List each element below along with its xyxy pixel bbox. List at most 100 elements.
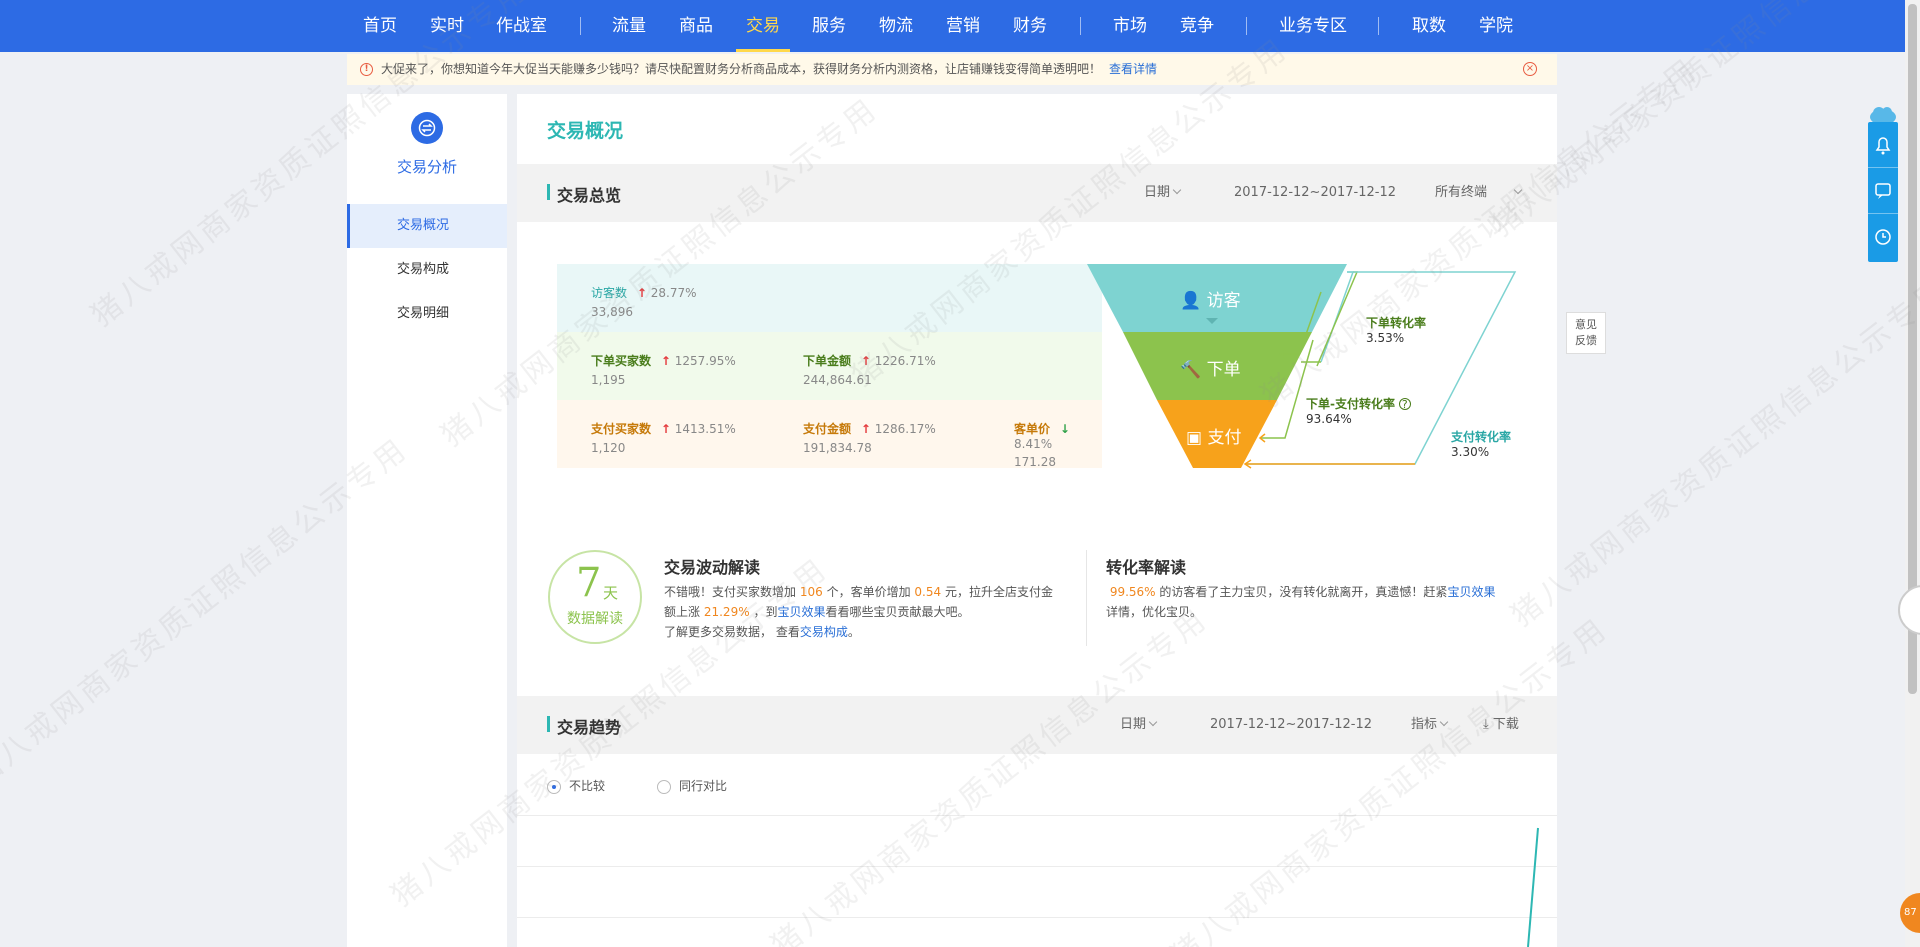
nav-item-service[interactable]: 服务 [812,0,846,52]
notice-detail-link[interactable]: 查看详情 [1109,54,1157,85]
bell-icon[interactable] [1868,122,1898,168]
nav-item-warroom[interactable]: 作战室 [496,0,547,52]
close-icon[interactable]: × [1523,62,1537,76]
overview-header: 交易总览 日期 2017-12-12~2017-12-12 所有终端 [517,164,1557,222]
nav-item-business-zone[interactable]: 业务专区 [1279,0,1347,52]
warning-icon: ! [360,63,373,76]
rate-value: 3.53% [1366,331,1405,345]
page-title: 交易概况 [547,120,624,142]
metric-label: 支付买家数 [591,422,652,436]
conversion-title: 转化率解读 [1106,558,1187,577]
page-title-box: 交易概况 [517,94,1557,164]
floating-widget[interactable] [1898,585,1920,635]
rate-label: 下单转化率 [1366,316,1427,330]
trend-header: 交易趋势 日期 2017-12-12~2017-12-12 指标 ⤓ 下载 [517,696,1557,754]
metric-value: 33,896 [591,305,633,319]
metric-label: 访客数 [591,286,628,300]
nav-item-traffic[interactable]: 流量 [612,0,646,52]
arrow-up-icon: ↑ [860,354,871,368]
nav-item-competition[interactable]: 竞争 [1180,0,1214,52]
top-nav: 首页 实时 作战室 流量 商品 交易 服务 物流 营销 财务 市场 竞争 业务专… [0,0,1905,52]
date-range-picker[interactable]: 2017-12-12~2017-12-12 [1234,164,1396,222]
trend-date-range-picker[interactable]: 2017-12-12~2017-12-12 [1210,696,1372,754]
trade-composition-link[interactable]: 交易构成 [800,625,848,639]
feedback-button[interactable]: 意见 反馈 [1566,312,1606,354]
metric-label: 客单价 [1014,422,1051,436]
sidebar-item-composition[interactable]: 交易构成 [347,248,507,292]
funnel-label-pay: ▣ 支付 [1186,428,1242,448]
metric-label: 下单金额 [803,354,852,368]
nav-item-goods[interactable]: 商品 [679,0,713,52]
download-button[interactable]: ⤓ 下载 [1483,696,1519,754]
page-scrollbar[interactable] [1905,0,1920,947]
sidebar-item-detail[interactable]: 交易明细 [347,292,507,336]
rate-value: 93.64% [1306,412,1352,426]
user-icon: 👤 [1180,291,1202,311]
metric-select-label: 指标 [1411,717,1438,732]
funnel-row-visit: 访客数 ↑ 28.77% 33,896 [557,264,1102,332]
metric-visitors: 访客数 ↑ 28.77% 33,896 [591,284,697,319]
date-type-label: 日期 [1120,717,1147,732]
chevron-down-icon [1513,185,1523,195]
metric-select[interactable]: 指标 [1411,696,1449,754]
rate-order: 下单转化率 3.53% [1366,314,1426,345]
metric-value: 1,120 [591,441,626,455]
funnel-row-pay: 支付买家数 ↑ 1413.51% 1,120 支付金额 ↑ 1286.17% 1… [557,400,1102,469]
clock-icon[interactable] [1868,214,1898,260]
overview-title: 交易总览 [557,186,622,205]
nav-item-trade[interactable]: 交易 [736,0,790,52]
metric-label: 支付金额 [803,422,852,436]
metric-label: 下单买家数 [591,354,652,368]
radio-circle [547,779,561,794]
floating-badge[interactable]: 87 [1900,893,1920,933]
rate-order-pay: 下单-支付转化率 ? 93.64% [1306,395,1411,426]
help-icon[interactable]: ? [1398,398,1411,410]
nav-item-fetch-data[interactable]: 取数 [1412,0,1446,52]
nav-item-realtime[interactable]: 实时 [430,0,464,52]
seven-day-badge[interactable]: 7 天 数据解读 [548,550,642,644]
chat-icon[interactable] [1868,168,1898,214]
nav-item-marketing[interactable]: 营销 [946,0,980,52]
metric-change: ↑ 1257.95% [660,354,736,368]
nav-item-home[interactable]: 首页 [363,0,397,52]
metric-value: 1,195 [591,373,626,387]
radio-circle [657,779,671,794]
badge-unit: 天 [603,584,619,602]
nav-item-finance[interactable]: 财务 [1013,0,1047,52]
rate-label: 下单-支付转化率 [1306,397,1395,411]
notice-bar: ! 大促来了，你想知道今年大促当天能赚多少钱吗？请尽快配置财务分析商品成本，获得… [347,54,1557,85]
trend-title: 交易趋势 [557,718,622,737]
arrow-up-icon: ↑ [636,286,647,300]
chart-gridline [517,917,1557,918]
date-type-select[interactable]: 日期 [1144,164,1182,222]
metric-change: ↑ 1286.17% [860,422,936,436]
goods-effect-link[interactable]: 宝贝效果 [777,605,825,619]
chevron-down-icon [1148,717,1158,727]
metric-value: 191,834.78 [803,441,872,455]
radio-peer-compare[interactable]: 同行对比 [657,777,727,794]
sidebar-item-overview[interactable]: 交易概况 [347,204,507,248]
radio-no-compare[interactable]: 不比较 [547,777,605,794]
watermark-text: 猪八戒网商家资质证照信息公示专用 [1504,271,1920,634]
trade-analysis-icon [411,112,443,144]
nav-item-market[interactable]: 市场 [1113,0,1147,52]
arrow-up-icon: ↑ [860,422,871,436]
metric-order-amount: 下单金额 ↑ 1226.71% 244,864.61 [803,352,936,387]
arrow-up-icon: ↑ [660,422,671,436]
arrow-down-icon: ↓ [1059,422,1070,436]
divider [1086,550,1087,646]
nav-item-logistics[interactable]: 物流 [879,0,913,52]
funnel-label-visit: 👤 访客 [1180,291,1241,311]
rate-value: 3.30% [1451,445,1490,459]
rate-label: 支付转化率 [1451,430,1512,444]
goods-effect-link[interactable]: 宝贝效果 [1447,585,1495,599]
trend-line [1527,827,1539,947]
nav-item-academy[interactable]: 学院 [1479,0,1513,52]
terminal-select[interactable]: 所有终端 [1435,164,1523,222]
fluctuation-text: 不错哦！支付买家数增加 106 个，客单价增加 0.54 元，拉升全店支付金额上… [664,585,1053,639]
chevron-down-icon [1439,717,1449,727]
metric-change: ↑ 1226.71% [860,354,936,368]
title-accent-bar [547,184,550,200]
nav-separator [1080,17,1081,35]
trend-date-type-select[interactable]: 日期 [1120,696,1158,754]
